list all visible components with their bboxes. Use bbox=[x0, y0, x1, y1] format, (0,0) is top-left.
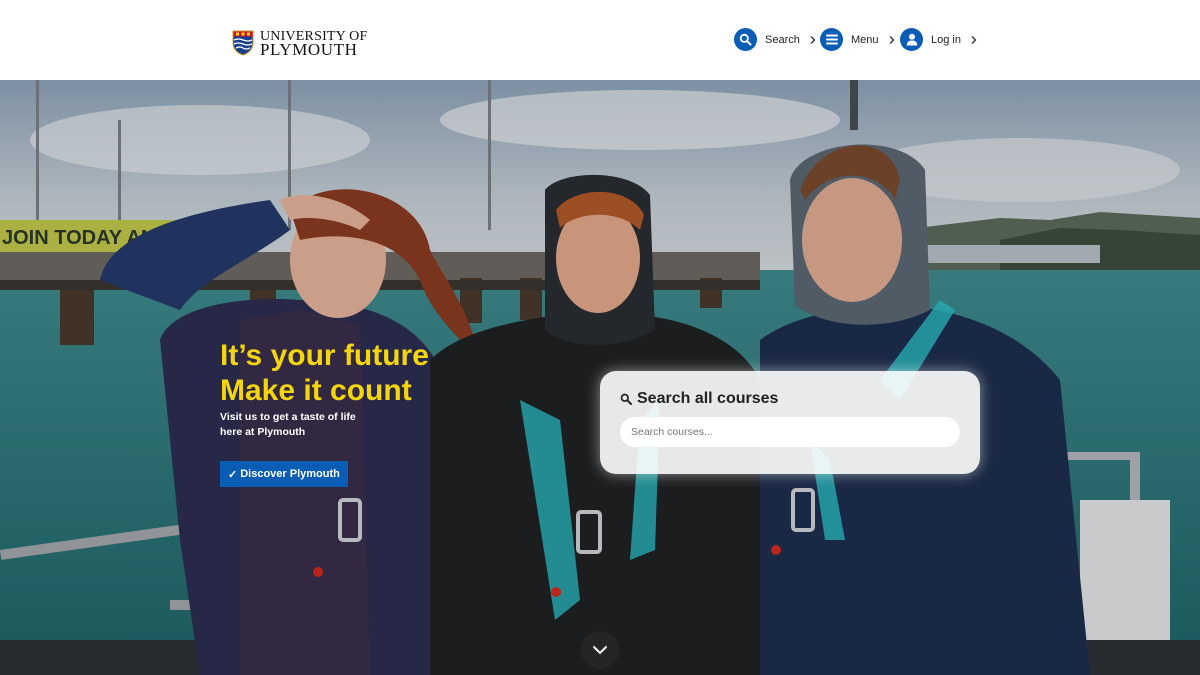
search-icon bbox=[734, 28, 757, 51]
logo-line-2: PLYMOUTH bbox=[260, 40, 358, 59]
checkmark-icon: ✓ bbox=[228, 468, 238, 481]
nav-search-label: Search bbox=[765, 33, 800, 46]
university-logo[interactable]: UNIVERSITY OF PLYMOUTH bbox=[232, 30, 367, 59]
nav-login-label: Log in bbox=[931, 33, 961, 46]
scroll-down-button[interactable] bbox=[581, 631, 619, 669]
hero-section: JOIN TODAY AND It’s your future Make it … bbox=[0, 80, 1200, 675]
headline-line-2: Make it count bbox=[220, 374, 412, 407]
course-search-input[interactable] bbox=[620, 417, 960, 447]
site-header: UNIVERSITY OF PLYMOUTH Search Menu Log i… bbox=[0, 0, 1200, 80]
hero-subtext: Visit us to get a taste of life here at … bbox=[220, 410, 370, 440]
subtext-line-2: here at Plymouth bbox=[220, 426, 306, 438]
hero-overlay bbox=[0, 80, 1200, 675]
user-icon bbox=[900, 28, 923, 51]
logo-wordmark: UNIVERSITY OF PLYMOUTH bbox=[260, 30, 367, 59]
nav-menu-label: Menu bbox=[851, 33, 879, 46]
headline-line-1: It’s your future bbox=[220, 339, 429, 372]
discover-plymouth-label: Discover Plymouth bbox=[240, 468, 340, 480]
discover-plymouth-button[interactable]: ✓ Discover Plymouth bbox=[220, 461, 348, 487]
chevron-right-icon bbox=[889, 35, 895, 44]
nav-menu-button[interactable]: Menu bbox=[820, 28, 897, 51]
course-search-title: Search all courses bbox=[620, 390, 778, 408]
course-search-card: Search all courses bbox=[600, 371, 980, 474]
hero-headline: It’s your future Make it count bbox=[220, 338, 429, 408]
nav-search-button[interactable]: Search bbox=[734, 28, 818, 51]
chevron-right-icon bbox=[810, 35, 816, 44]
chevron-down-icon bbox=[593, 646, 607, 655]
chevron-right-icon bbox=[971, 35, 977, 44]
crest-icon bbox=[232, 30, 254, 56]
search-icon bbox=[620, 393, 632, 405]
course-search-heading: Search all courses bbox=[637, 390, 779, 407]
subtext-line-1: Visit us to get a taste of life bbox=[220, 411, 356, 423]
hamburger-icon bbox=[820, 28, 843, 51]
nav-login-button[interactable]: Log in bbox=[900, 28, 979, 51]
